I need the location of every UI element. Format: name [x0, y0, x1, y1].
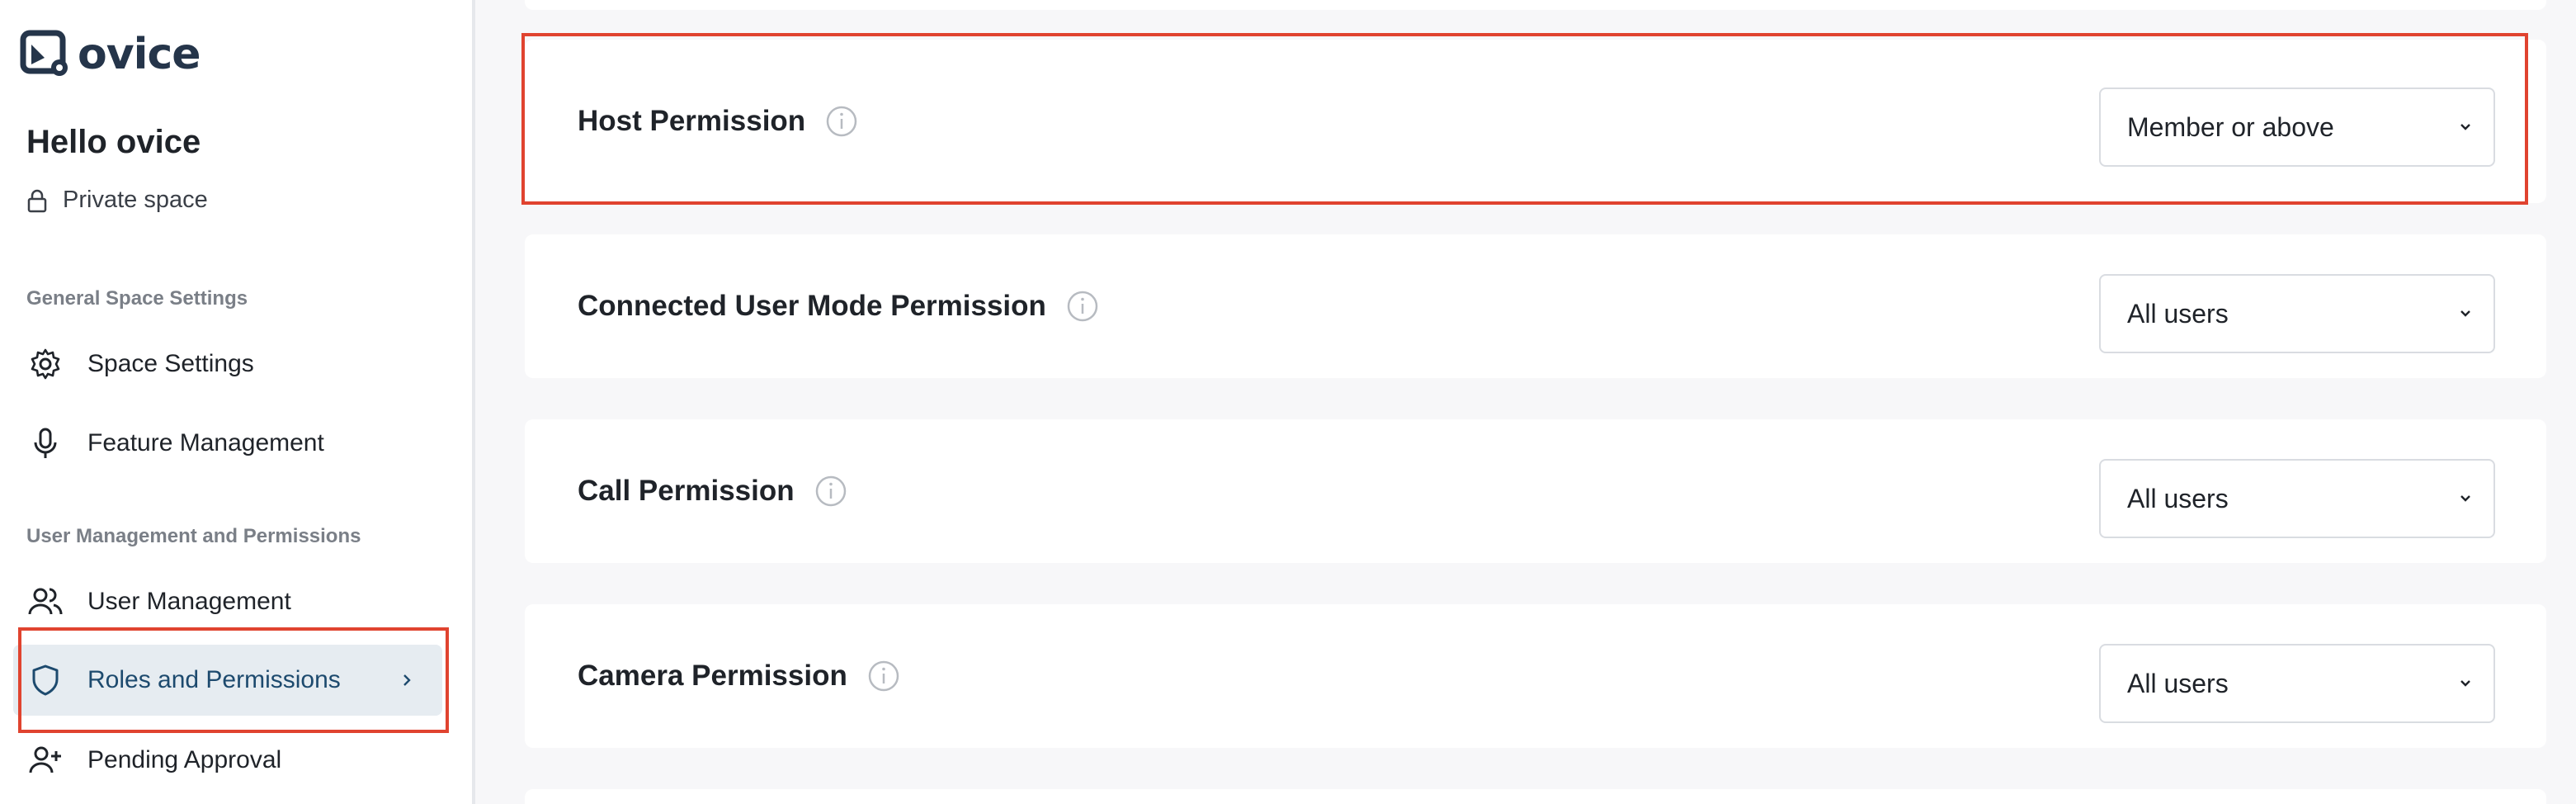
- info-icon[interactable]: [1066, 290, 1099, 323]
- sidebar-item-roles-and-permissions[interactable]: Roles and Permissions: [13, 645, 442, 716]
- permission-card-previous: [525, 0, 2546, 10]
- camera-permission-select[interactable]: All users: [2099, 644, 2495, 723]
- user-plus-icon: [29, 746, 61, 773]
- sidebar: ovice Hello ovice Private space General …: [0, 0, 475, 804]
- chevron-right-icon: [403, 674, 411, 686]
- gear-icon: [31, 348, 60, 380]
- chevron-down-icon: [2460, 495, 2470, 502]
- ovice-logo-icon: [20, 30, 68, 76]
- permission-title: Host Permission: [578, 105, 858, 138]
- permission-title: Call Permission: [578, 475, 847, 508]
- section-label-general: General Space Settings: [26, 287, 248, 310]
- call-permission-select[interactable]: All users: [2099, 459, 2495, 538]
- permission-card-connected-user-mode: Connected User Mode Permission All users: [525, 234, 2546, 378]
- sidebar-item-pending-approval[interactable]: Pending Approval: [13, 725, 442, 796]
- chevron-down-icon: [2460, 124, 2470, 130]
- microphone-icon: [34, 428, 57, 458]
- permission-card-next: [525, 789, 2546, 804]
- info-icon[interactable]: [814, 475, 847, 508]
- chevron-down-icon: [2460, 680, 2470, 687]
- section-label-user-management: User Management and Permissions: [26, 525, 361, 547]
- sidebar-item-label: User Management: [87, 588, 291, 615]
- info-icon[interactable]: [825, 105, 858, 138]
- sidebar-item-label: Feature Management: [87, 429, 324, 456]
- sidebar-item-space-settings[interactable]: Space Settings: [13, 329, 442, 400]
- permission-card-camera: Camera Permission All users: [525, 604, 2546, 748]
- permission-title: Camera Permission: [578, 660, 900, 693]
- permission-card-call: Call Permission All users: [525, 419, 2546, 563]
- space-type: Private space: [26, 187, 208, 214]
- logo-text: ovice: [78, 30, 201, 79]
- space-type-label: Private space: [63, 187, 208, 213]
- info-icon[interactable]: [867, 660, 900, 693]
- users-icon: [28, 588, 63, 615]
- sidebar-item-label: Pending Approval: [87, 746, 282, 773]
- sidebar-item-user-management[interactable]: User Management: [13, 566, 442, 637]
- host-permission-select[interactable]: Member or above: [2099, 87, 2495, 167]
- permission-card-host: Host Permission Member or above: [525, 40, 2546, 203]
- lock-icon: [27, 189, 47, 212]
- connected-user-mode-permission-select[interactable]: All users: [2099, 274, 2495, 353]
- sidebar-item-label: Roles and Permissions: [87, 666, 341, 693]
- sidebar-item-feature-management[interactable]: Feature Management: [13, 408, 442, 479]
- logo[interactable]: ovice: [20, 28, 201, 81]
- permission-title: Connected User Mode Permission: [578, 290, 1099, 323]
- shield-icon: [32, 664, 59, 696]
- sidebar-item-label: Space Settings: [87, 350, 254, 377]
- chevron-down-icon: [2460, 310, 2470, 317]
- space-name: Hello ovice: [26, 124, 201, 160]
